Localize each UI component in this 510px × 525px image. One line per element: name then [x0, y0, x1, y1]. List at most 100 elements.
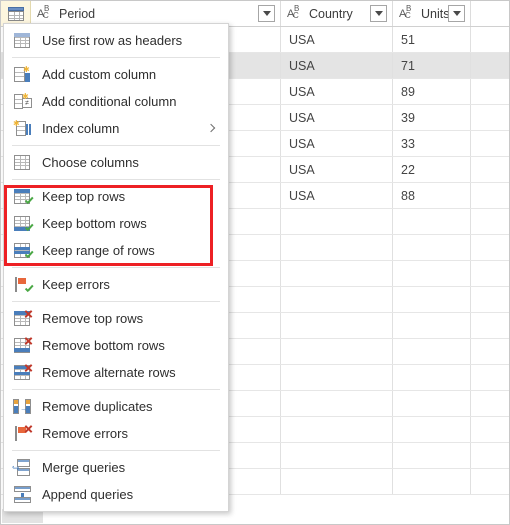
remove-alternate-rows-icon [13, 364, 32, 381]
menu-item-index-column[interactable]: ✱ Index column [4, 115, 228, 142]
cell-units[interactable] [393, 287, 471, 312]
menu-item-remove-alternate-rows[interactable]: Remove alternate rows [4, 359, 228, 386]
cell-country[interactable]: USA [281, 53, 393, 78]
cell-country[interactable]: USA [281, 183, 393, 208]
menu-item-label: Remove errors [42, 426, 128, 441]
cell-country[interactable]: USA [281, 105, 393, 130]
cell-country[interactable] [281, 469, 393, 494]
menu-item-label: Remove duplicates [42, 399, 153, 414]
menu-separator [12, 389, 220, 390]
cell-units[interactable]: 51 [393, 27, 471, 52]
menu-item-remove-errors[interactable]: Remove errors [4, 420, 228, 447]
menu-item-keep-range-of-rows[interactable]: Keep range of rows [4, 237, 228, 264]
menu-item-remove-duplicates[interactable]: → Remove duplicates [4, 393, 228, 420]
menu-item-keep-top-rows[interactable]: Keep top rows [4, 183, 228, 210]
menu-item-use-first-row-as-headers[interactable]: Use first row as headers [4, 27, 228, 54]
index-column-icon: ✱ [13, 120, 32, 137]
add-conditional-column-icon: ≠ ✱ [13, 93, 32, 110]
menu-separator [12, 301, 220, 302]
cell-country[interactable] [281, 261, 393, 286]
menu-item-label: Add conditional column [42, 94, 177, 109]
column-header-label: Country [309, 6, 353, 21]
cell-country[interactable] [281, 235, 393, 260]
abc-text-type-icon: ABC [37, 4, 50, 20]
column-header-label: Period [59, 6, 96, 21]
transform-dropdown-menu[interactable]: Use first row as headers ✱ Add custom colu… [3, 23, 229, 512]
menu-separator [12, 267, 220, 268]
remove-bottom-rows-icon [13, 337, 32, 354]
menu-item-remove-bottom-rows[interactable]: Remove bottom rows [4, 332, 228, 359]
filter-button-period[interactable] [258, 5, 275, 22]
cell-country[interactable]: USA [281, 27, 393, 52]
cell-units[interactable]: 89 [393, 79, 471, 104]
keep-errors-icon [13, 276, 32, 293]
cell-country[interactable] [281, 417, 393, 442]
cell-units[interactable]: 88 [393, 183, 471, 208]
menu-separator [12, 145, 220, 146]
cell-country[interactable] [281, 443, 393, 468]
append-queries-icon [13, 486, 32, 503]
cell-country[interactable] [281, 209, 393, 234]
remove-duplicates-icon: → [13, 398, 32, 415]
menu-item-label: Keep range of rows [42, 243, 155, 258]
abc-text-type-icon: ABC [399, 4, 412, 20]
cell-units[interactable] [393, 261, 471, 286]
keep-bottom-rows-icon [13, 215, 32, 232]
menu-item-add-conditional-column[interactable]: ≠ ✱ Add conditional column [4, 88, 228, 115]
cell-country[interactable] [281, 391, 393, 416]
cell-country[interactable]: USA [281, 157, 393, 182]
menu-item-label: Choose columns [42, 155, 139, 170]
power-query-editor-window: A B C Period A B C Country A B C Units USA 51 USA 71 US… [0, 0, 510, 525]
menu-item-label: Use first row as headers [42, 33, 183, 48]
chevron-down-icon [452, 11, 461, 16]
menu-item-label: Merge queries [42, 460, 126, 475]
cell-country[interactable] [281, 313, 393, 338]
keep-range-of-rows-icon [13, 242, 32, 259]
table-icon [7, 6, 24, 21]
menu-item-label: Append queries [42, 487, 134, 502]
cell-country[interactable]: USA [281, 131, 393, 156]
filter-button-country[interactable] [370, 5, 387, 22]
menu-item-keep-bottom-rows[interactable]: Keep bottom rows [4, 210, 228, 237]
cell-units[interactable] [393, 417, 471, 442]
cell-units[interactable]: 71 [393, 53, 471, 78]
menu-item-merge-queries[interactable]: ↪ Merge queries [4, 454, 228, 481]
menu-item-add-custom-column[interactable]: ✱ Add custom column [4, 61, 228, 88]
cell-units[interactable] [393, 339, 471, 364]
menu-item-label: Keep bottom rows [42, 216, 147, 231]
cell-country[interactable] [281, 339, 393, 364]
menu-item-label: Keep errors [42, 277, 110, 292]
filter-button-units[interactable] [448, 5, 465, 22]
keep-top-rows-icon [13, 188, 32, 205]
menu-item-label: Add custom column [42, 67, 157, 82]
cell-units[interactable]: 39 [393, 105, 471, 130]
cell-units[interactable] [393, 365, 471, 390]
merge-queries-icon: ↪ [12, 459, 32, 476]
menu-separator [12, 179, 220, 180]
cell-country[interactable] [281, 365, 393, 390]
menu-item-label: Remove alternate rows [42, 365, 176, 380]
cell-units[interactable] [393, 443, 471, 468]
chevron-right-icon [206, 123, 216, 132]
remove-top-rows-icon [13, 310, 32, 327]
cell-units[interactable]: 22 [393, 157, 471, 182]
abc-text-type-icon: ABC [287, 4, 300, 20]
menu-item-remove-top-rows[interactable]: Remove top rows [4, 305, 228, 332]
menu-item-keep-errors[interactable]: Keep errors [4, 271, 228, 298]
cell-units[interactable] [393, 313, 471, 338]
cell-units[interactable] [393, 469, 471, 494]
cell-units[interactable] [393, 391, 471, 416]
cell-units[interactable] [393, 209, 471, 234]
choose-columns-icon [13, 154, 32, 171]
menu-item-label: Index column [42, 121, 120, 136]
cell-country[interactable] [281, 287, 393, 312]
cell-units[interactable]: 33 [393, 131, 471, 156]
menu-item-label: Keep top rows [42, 189, 126, 204]
cell-country[interactable]: USA [281, 79, 393, 104]
menu-separator [12, 57, 220, 58]
cell-units[interactable] [393, 235, 471, 260]
column-header-label: Units [421, 6, 450, 21]
menu-item-choose-columns[interactable]: Choose columns [4, 149, 228, 176]
menu-item-append-queries[interactable]: Append queries [4, 481, 228, 508]
chevron-down-icon [262, 11, 271, 16]
